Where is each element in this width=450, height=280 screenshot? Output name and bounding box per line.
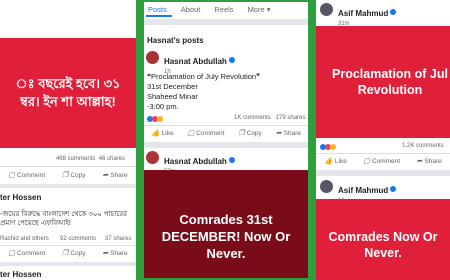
reaction-icons[interactable] [147, 116, 163, 122]
avatar[interactable] [146, 151, 159, 164]
share-icon: ➦ [275, 130, 282, 137]
post-stats: 1K comments 179 shares [234, 115, 306, 121]
copy-icon: ❐ [62, 172, 69, 179]
post-stats: 468 comments 46 shares [56, 156, 126, 162]
like-button[interactable]: 👍 Like [150, 129, 174, 138]
post-stats: Rashid and others 92 comments 37 shares [0, 236, 132, 242]
share-icon: ➦ [102, 250, 109, 257]
share-button[interactable]: ➦ Share [102, 171, 127, 180]
author-name[interactable]: ter Hossen [0, 193, 41, 202]
author-name[interactable]: ter Hossen [0, 270, 41, 279]
copy-button[interactable]: ❐ Copy [62, 249, 85, 258]
post-banner[interactable]: Comrades Now Or Never. [316, 199, 450, 280]
post-stats: 1.2K comments [402, 143, 444, 149]
profile-tabs: Posts About Reels More ▾ [148, 5, 271, 14]
haha-reaction-icon [157, 116, 163, 122]
tab-posts[interactable]: Posts [148, 5, 167, 14]
like-icon: 👍 [324, 158, 333, 165]
share-icon: ➦ [102, 172, 109, 179]
tab-more[interactable]: More ▾ [248, 5, 271, 14]
post-actions: 👍 Like ▢ Comment ➦ Share [316, 157, 450, 166]
banner-text: ঃ বছরেই হবে। ৩১ ম্বর। ইন শা আল্লাহ! [15, 75, 121, 109]
share-button[interactable]: ➦ Share [416, 157, 442, 166]
tab-about[interactable]: About [181, 5, 201, 14]
comment-icon: ▢ [187, 130, 195, 137]
comment-button[interactable]: ▢ Comment [8, 171, 45, 180]
share-button[interactable]: ➦ Share [102, 249, 127, 258]
copy-icon: ❐ [238, 130, 245, 137]
post-body: -জয়ের বিরুদ্ধে বাংলাদেশ থেকে ৩০০ পাচারে… [0, 211, 127, 228]
like-button[interactable]: 👍 Like [324, 157, 347, 166]
comment-button[interactable]: ▢ Comment [363, 157, 400, 166]
verified-icon [228, 156, 235, 163]
banner-text: Proclamation of Jul Revolution [332, 66, 448, 97]
active-tab-indicator [146, 15, 172, 17]
post-actions: ▢ Comment ❐ Copy ➦ Share [0, 249, 136, 258]
post-banner[interactable]: Comrades 31st DECEMBER! Now Or Never. [144, 170, 308, 278]
avatar[interactable] [320, 3, 333, 16]
tab-reels[interactable]: Reels [214, 5, 233, 14]
post-banner[interactable]: Proclamation of Jul Revolution [316, 26, 450, 138]
verified-icon [228, 56, 235, 63]
verified-icon [390, 185, 397, 192]
section-title: Hasnat's posts [147, 36, 204, 45]
share-button[interactable]: ➦ Share [275, 129, 301, 138]
reaction-icons[interactable] [320, 144, 336, 150]
copy-button[interactable]: ❐ Copy [238, 129, 261, 138]
post-actions: 👍 Like ▢ Comment ❐ Copy ➦ Share [144, 129, 308, 138]
post-body: ❝Proclamation of July Revolution❞ 31st D… [147, 72, 261, 112]
haha-reaction-icon [330, 144, 336, 150]
author-name[interactable]: Hasnat Abdullah [164, 57, 227, 66]
banner-text: Comrades Now Or Never. [328, 230, 438, 261]
middle-column: Posts About Reels More ▾ Hasnat's posts … [142, 0, 310, 280]
avatar[interactable] [320, 180, 333, 193]
comment-icon: ▢ [8, 172, 16, 179]
copy-button[interactable]: ❐ Copy [62, 171, 85, 180]
post-actions: ▢ Comment ❐ Copy ➦ Share [0, 171, 136, 180]
author-name[interactable]: Asif Mahmud [338, 186, 388, 195]
comment-button[interactable]: ▢ Comment [8, 249, 45, 258]
right-column: Asif Mahmud 31m Proclamation of Jul Revo… [316, 0, 450, 280]
post-banner[interactable]: ঃ বছরেই হবে। ৩১ ম্বর। ইন শা আল্লাহ! [0, 38, 136, 148]
author-name[interactable]: Asif Mahmud [338, 9, 388, 18]
like-icon: 👍 [150, 130, 160, 137]
share-icon: ➦ [416, 158, 423, 165]
copy-icon: ❐ [62, 250, 69, 257]
comment-icon: ▢ [363, 158, 370, 165]
banner-text: Comrades 31st DECEMBER! Now Or Never. [161, 212, 291, 261]
left-column: ঃ বছরেই হবে। ৩১ ম্বর। ইন শা আল্লাহ! 468 … [0, 0, 136, 280]
author-name[interactable]: Hasnat Abdullah [164, 157, 227, 166]
avatar[interactable] [146, 51, 159, 64]
comment-icon: ▢ [8, 250, 16, 257]
verified-icon [390, 8, 397, 15]
comment-button[interactable]: ▢ Comment [187, 129, 225, 138]
